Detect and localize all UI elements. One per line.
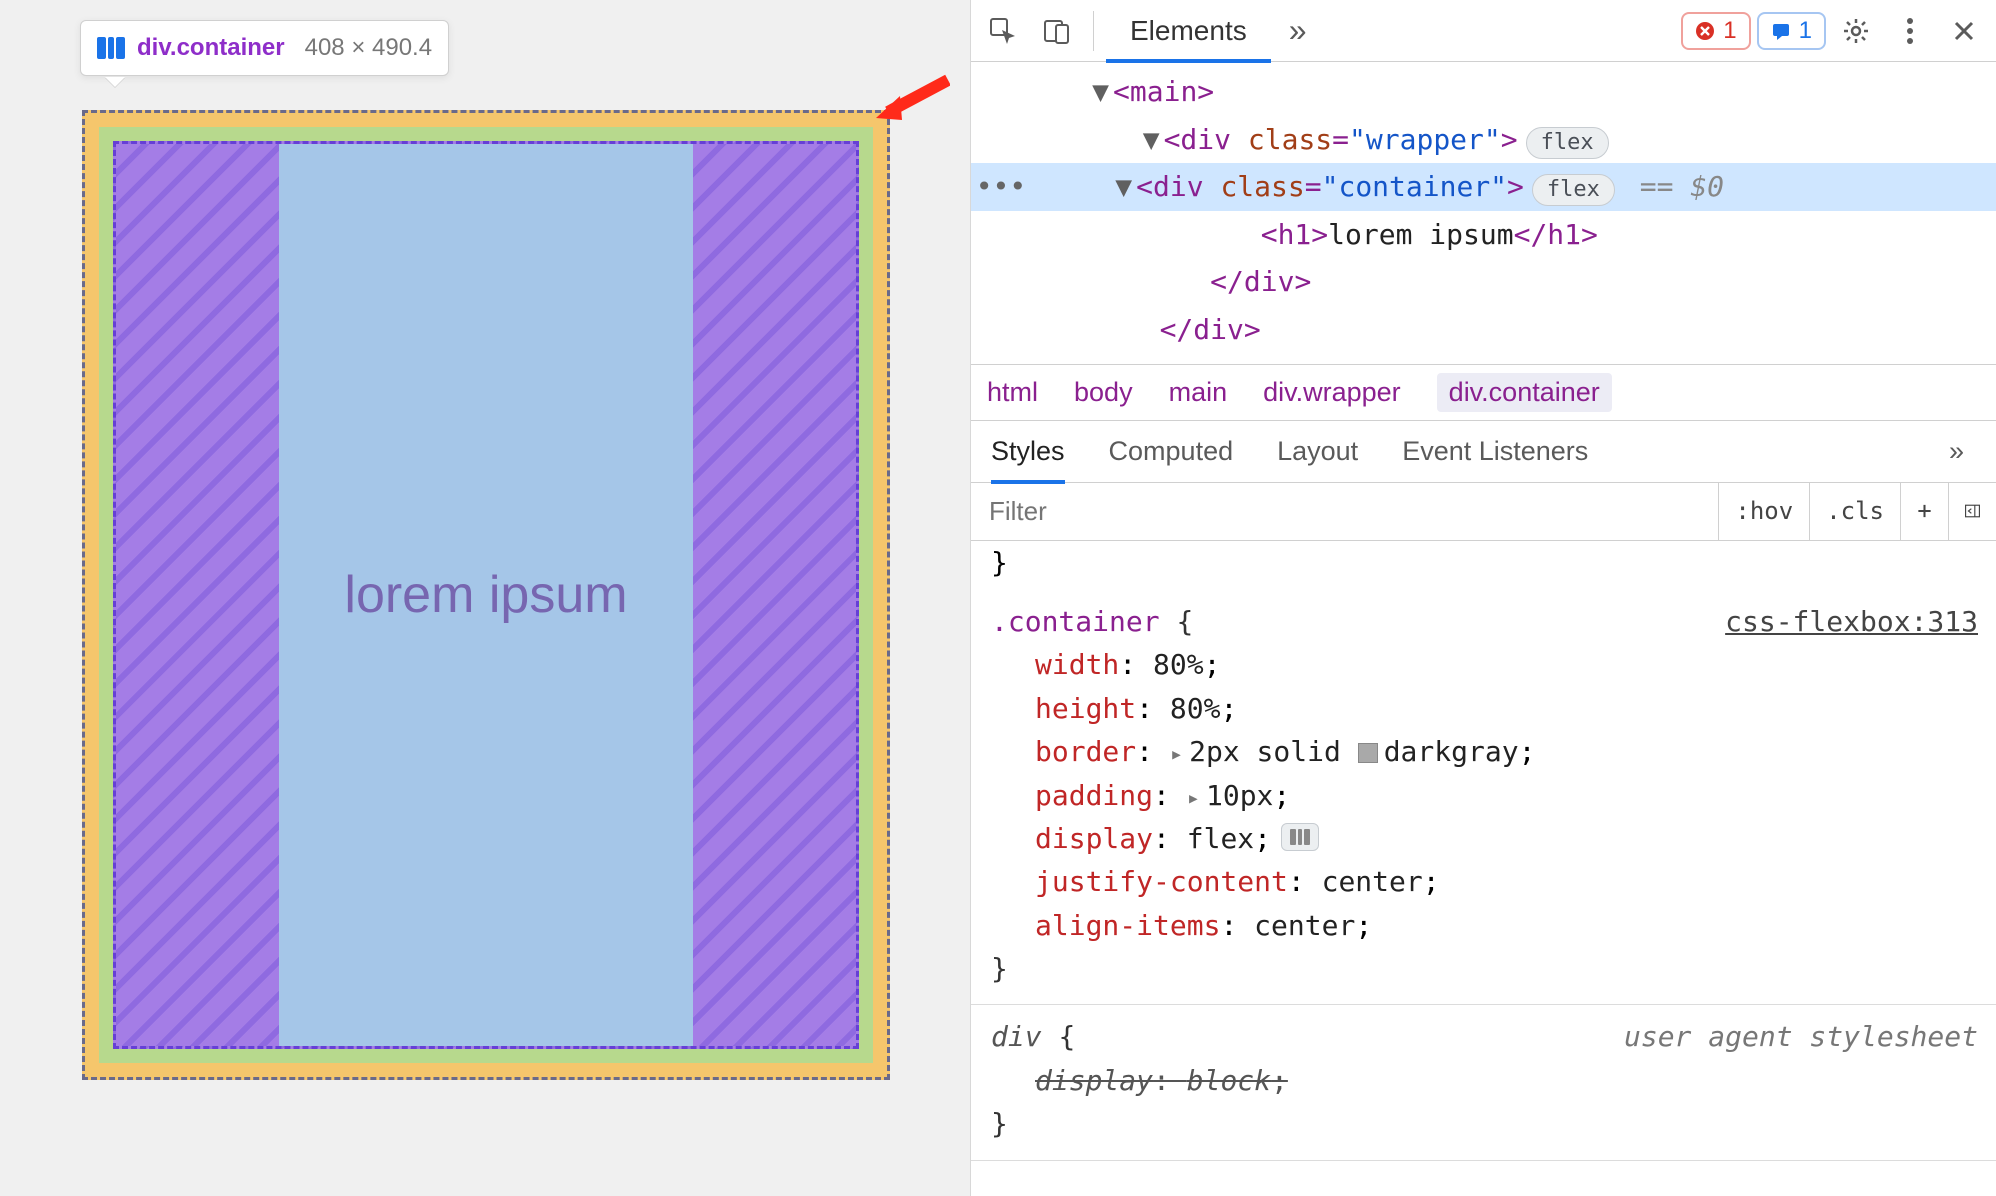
styles-pane-tabs: Styles Computed Layout Event Listeners »: [971, 421, 1996, 483]
crumb[interactable]: html: [987, 377, 1038, 408]
flex-chip[interactable]: flex: [1532, 174, 1615, 206]
highlight-content: lorem ipsum: [113, 141, 859, 1049]
styles-pane[interactable]: } css-flexbox:313 .container { width: 80…: [971, 541, 1996, 1196]
annotation-arrow-icon: [870, 74, 950, 124]
dom-node[interactable]: </div>: [971, 258, 1996, 306]
computed-sidebar-toggle[interactable]: [1948, 483, 1996, 540]
ellipsis-icon[interactable]: •••: [971, 163, 1031, 211]
kebab-menu-button[interactable]: [1886, 8, 1934, 54]
page-viewport: div.container 408 × 490.4 lorem ipsum: [0, 0, 970, 1196]
errors-count: 1: [1723, 17, 1736, 45]
messages-badge[interactable]: 1: [1757, 12, 1826, 50]
dom-node[interactable]: <h1>lorem ipsum</h1>: [971, 211, 1996, 259]
styles-filter-row: :hov .cls: [971, 483, 1996, 541]
css-property[interactable]: align-items: center;: [991, 904, 1976, 947]
color-swatch[interactable]: [1358, 743, 1378, 763]
cls-toggle[interactable]: .cls: [1809, 483, 1900, 540]
dom-node-selected[interactable]: ••• ▼<div class="container">flex == $0: [971, 163, 1996, 211]
flex-chip[interactable]: flex: [1526, 127, 1609, 159]
devtools-panel: Elements » 1 1 ▼<main> ▼<div class="wrap…: [970, 0, 1996, 1196]
console-ref: == $0: [1640, 170, 1740, 203]
rule-source: user agent stylesheet: [1624, 1015, 1978, 1058]
dom-node[interactable]: </div>: [971, 306, 1996, 354]
hov-toggle[interactable]: :hov: [1718, 483, 1809, 540]
css-rule[interactable]: css-flexbox:313 .container { width: 80%;…: [971, 590, 1996, 1006]
tab-event-listeners[interactable]: Event Listeners: [1402, 436, 1588, 467]
dom-node[interactable]: ▼<main>: [971, 68, 1996, 116]
tooltip-selector: div.container: [137, 34, 285, 62]
dom-node[interactable]: ▼<div class="wrapper">flex: [971, 116, 1996, 164]
flex-editor-button[interactable]: [1281, 823, 1319, 851]
new-rule-button[interactable]: [1900, 483, 1948, 540]
separator: [1093, 11, 1094, 51]
crumb[interactable]: body: [1074, 377, 1133, 408]
css-property-overridden[interactable]: display: block;: [991, 1059, 1976, 1102]
css-property[interactable]: display: flex;: [991, 817, 1976, 860]
tab-computed[interactable]: Computed: [1109, 436, 1234, 467]
devtools-toolbar: Elements » 1 1: [971, 0, 1996, 62]
more-tabs-button[interactable]: »: [1949, 436, 1976, 467]
rule-selector[interactable]: .container: [991, 605, 1160, 638]
inspect-button[interactable]: [979, 8, 1027, 54]
rule-source-link[interactable]: css-flexbox:313: [1725, 600, 1978, 643]
css-property[interactable]: justify-content: center;: [991, 860, 1976, 903]
highlight-margin: lorem ipsum: [82, 110, 890, 1080]
filter-input[interactable]: [971, 483, 1718, 540]
errors-badge[interactable]: 1: [1681, 12, 1750, 50]
crumb[interactable]: div.wrapper: [1263, 377, 1401, 408]
dom-tree[interactable]: ▼<main> ▼<div class="wrapper">flex ••• ▼…: [971, 62, 1996, 365]
close-button[interactable]: [1940, 8, 1988, 54]
css-property[interactable]: width: 80%;: [991, 643, 1976, 686]
tab-styles[interactable]: Styles: [991, 423, 1065, 484]
rule-selector[interactable]: div: [991, 1020, 1042, 1053]
crumb[interactable]: main: [1169, 377, 1228, 408]
inspect-tooltip: div.container 408 × 490.4: [80, 20, 449, 76]
device-toggle-button[interactable]: [1033, 8, 1081, 54]
more-tabs-button[interactable]: »: [1277, 12, 1319, 49]
crumb-active[interactable]: div.container: [1437, 373, 1612, 412]
css-property[interactable]: height: 80%;: [991, 687, 1976, 730]
content-text: lorem ipsum: [344, 565, 627, 625]
flex-icon: [97, 37, 125, 59]
child-element: lorem ipsum: [279, 144, 693, 1046]
tab-layout[interactable]: Layout: [1277, 436, 1358, 467]
breadcrumb: html body main div.wrapper div.container: [971, 365, 1996, 421]
tab-elements[interactable]: Elements: [1106, 2, 1271, 63]
rule-close: }: [971, 541, 1996, 590]
css-property[interactable]: padding: 10px;: [991, 774, 1976, 817]
css-property[interactable]: border: 2px solid darkgray;: [991, 730, 1976, 773]
settings-button[interactable]: [1832, 8, 1880, 54]
tooltip-dimensions: 408 × 490.4: [297, 34, 432, 62]
messages-count: 1: [1799, 17, 1812, 45]
css-rule-useragent[interactable]: user agent stylesheet div { display: blo…: [971, 1005, 1996, 1160]
highlight-padding: lorem ipsum: [99, 127, 873, 1063]
